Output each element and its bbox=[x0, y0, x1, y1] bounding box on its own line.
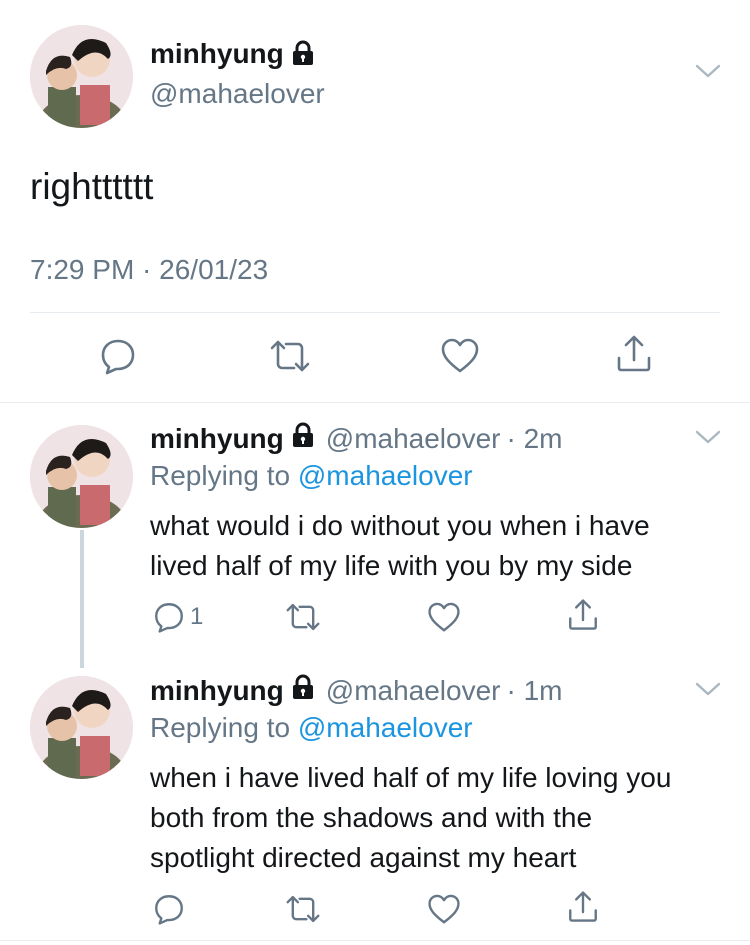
avatar[interactable] bbox=[30, 25, 133, 128]
timestamp: 7:29 PM · 26/01/23 bbox=[30, 254, 269, 285]
replying-to: Replying to @mahaelover bbox=[150, 712, 473, 744]
replying-to-link[interactable]: @mahaelover bbox=[298, 460, 473, 491]
divider bbox=[0, 402, 750, 403]
reply-icon[interactable] bbox=[98, 336, 138, 376]
share-icon[interactable] bbox=[614, 334, 654, 374]
divider bbox=[30, 312, 720, 313]
lock-icon bbox=[290, 40, 316, 71]
replying-label: Replying to bbox=[150, 460, 291, 491]
retweet-icon[interactable] bbox=[284, 600, 322, 634]
reply-text-line: what would i do without you when i have bbox=[150, 510, 650, 541]
avatar-photo bbox=[30, 25, 133, 128]
reply-icon[interactable] bbox=[152, 892, 186, 926]
avatar[interactable] bbox=[30, 425, 133, 528]
author-name[interactable]: minhyung bbox=[150, 38, 284, 69]
like-icon[interactable] bbox=[427, 602, 461, 633]
lock-icon bbox=[290, 674, 316, 707]
replying-label: Replying to bbox=[150, 712, 291, 743]
author-handle[interactable]: @mahaelover bbox=[326, 423, 501, 455]
reply-text: when i have lived half of my life loving… bbox=[150, 758, 671, 878]
share-icon[interactable] bbox=[566, 598, 600, 632]
reply-time: · 2m bbox=[506, 423, 563, 454]
avatar-photo bbox=[30, 425, 133, 528]
reply-text-line: spotlight directed against my heart bbox=[150, 842, 577, 873]
reply-text-line: when i have lived half of my life loving… bbox=[150, 762, 672, 793]
author-handle[interactable]: @mahaelover bbox=[150, 78, 325, 110]
reply-time: · 1m bbox=[506, 675, 563, 706]
author-handle[interactable]: @mahaelover bbox=[326, 675, 501, 707]
reply-text-line: both from the shadows and with the bbox=[150, 802, 593, 833]
chevron-down-icon[interactable] bbox=[695, 64, 721, 85]
replying-to-link[interactable]: @mahaelover bbox=[298, 712, 473, 743]
retweet-icon[interactable] bbox=[284, 892, 322, 926]
retweet-icon[interactable] bbox=[268, 336, 312, 376]
reply-text: what would i do without you when i have … bbox=[150, 506, 650, 586]
chevron-down-icon[interactable] bbox=[695, 430, 721, 451]
reply-icon[interactable] bbox=[152, 600, 186, 634]
reply-text-line: lived half of my life with you by my sid… bbox=[150, 550, 633, 581]
share-icon[interactable] bbox=[566, 890, 600, 924]
avatar[interactable] bbox=[30, 676, 133, 779]
author-name[interactable]: minhyung bbox=[150, 423, 284, 455]
tweet-text: rightttttt bbox=[30, 166, 154, 207]
divider bbox=[0, 940, 750, 941]
thread-line bbox=[80, 530, 84, 668]
chevron-down-icon[interactable] bbox=[695, 682, 721, 703]
author-name[interactable]: minhyung bbox=[150, 675, 284, 707]
lock-icon bbox=[290, 422, 316, 455]
like-icon[interactable] bbox=[427, 894, 461, 925]
avatar-photo bbox=[30, 676, 133, 779]
like-icon[interactable] bbox=[440, 338, 480, 374]
reply-count: 1 bbox=[190, 603, 204, 630]
replying-to: Replying to @mahaelover bbox=[150, 460, 473, 492]
